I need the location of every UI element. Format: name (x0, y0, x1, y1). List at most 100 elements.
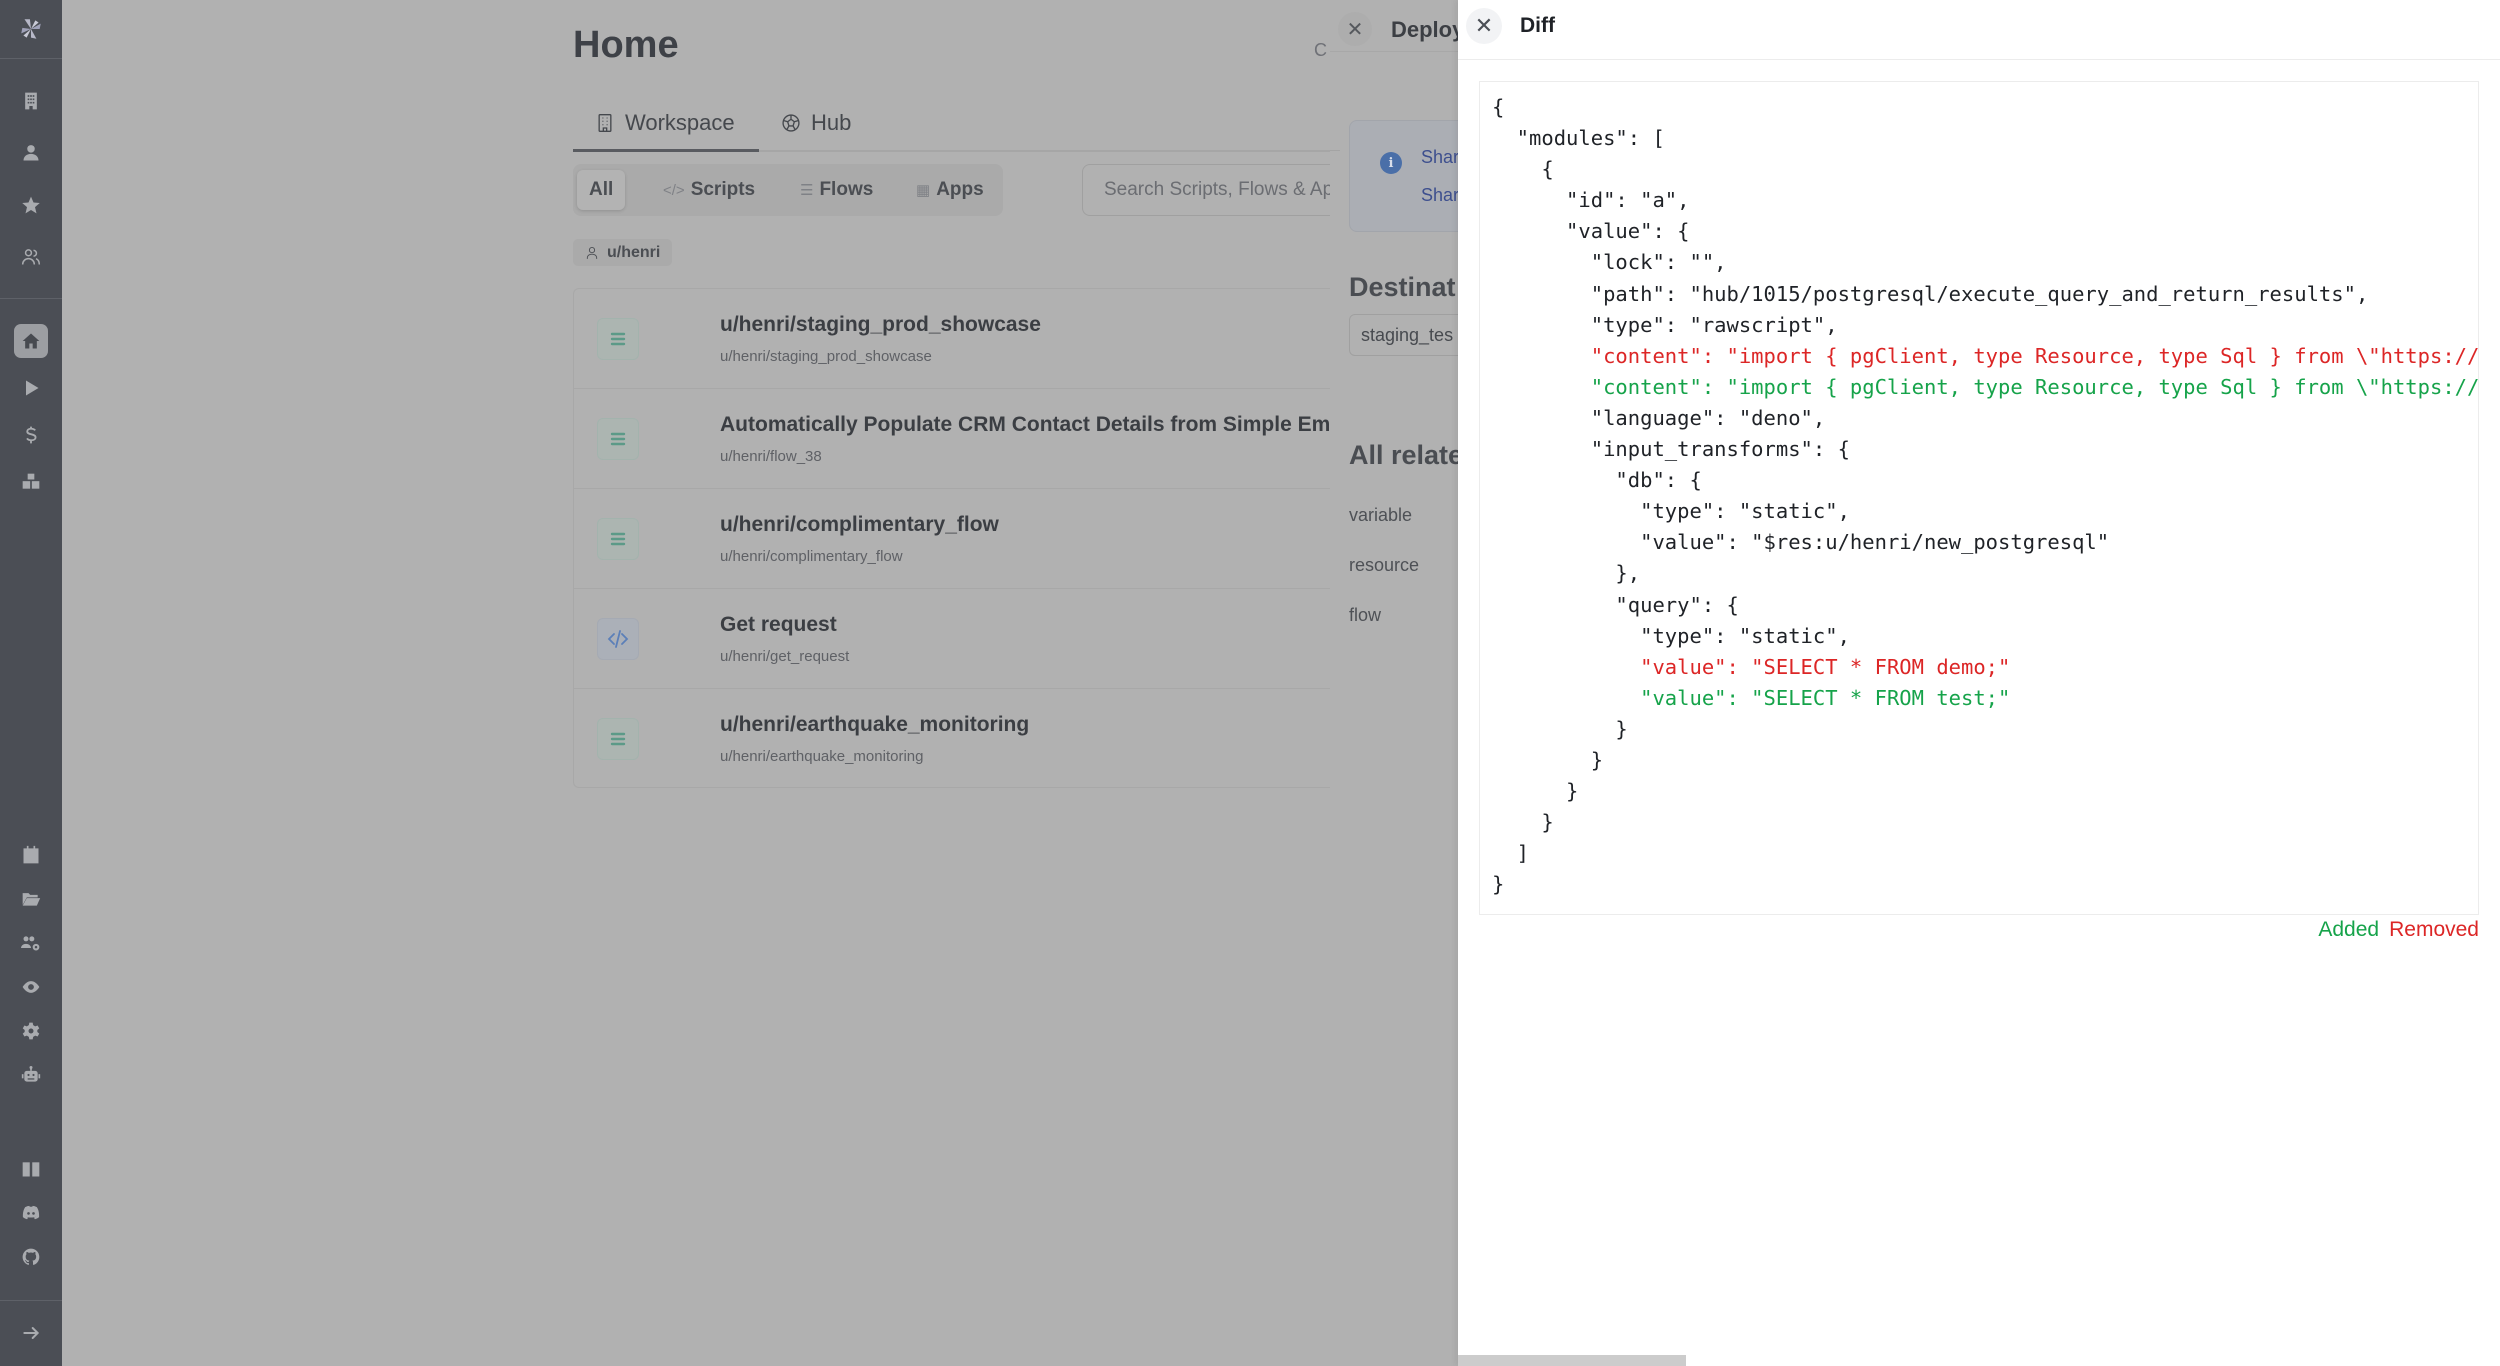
filter-all[interactable]: All (577, 170, 626, 210)
diff-line: "language": "deno", (1492, 405, 1826, 430)
calendar-icon[interactable] (14, 838, 48, 872)
search-placeholder: Search Scripts, Flows & Apps (1104, 179, 1354, 200)
flow-icon (597, 518, 639, 560)
diff-viewer[interactable]: { "modules": [ { "id": "a", "value": { "… (1479, 81, 2479, 915)
diff-line: { (1492, 157, 1554, 182)
truncated-action[interactable]: C (1314, 40, 1327, 61)
item-path: u/henri/staging_prod_showcase (720, 348, 932, 365)
diff-line: "value": "$res:u/henri/new_postgresql" (1492, 530, 2110, 555)
filter-label: Apps (936, 179, 984, 200)
flow-icon (597, 418, 639, 460)
close-icon[interactable]: ✕ (1466, 8, 1502, 44)
diff-line: } (1492, 872, 1505, 897)
users-icon[interactable] (14, 240, 48, 274)
diff-legend: Added Removed (2318, 918, 2479, 942)
owner-filter-chip[interactable]: u/henri (573, 239, 673, 266)
bot-icon[interactable] (14, 1058, 48, 1092)
diff-header: ✕ Diff (1458, 0, 2500, 60)
users-cog-icon[interactable] (14, 926, 48, 960)
home-icon[interactable] (14, 324, 48, 358)
deploy-header: ✕ Deploy (1330, 0, 1460, 52)
item-title: u/henri/staging_prod_showcase (720, 313, 1041, 336)
arrow-right-icon[interactable] (14, 1316, 48, 1350)
diff-line: } (1492, 747, 1604, 772)
folder-open-icon[interactable] (14, 882, 48, 916)
active-tab-indicator (573, 149, 759, 152)
code-icon (597, 618, 639, 660)
star-icon[interactable] (14, 188, 48, 222)
windmill-logo-icon[interactable] (14, 12, 48, 46)
tab-workspace[interactable]: Workspace (595, 110, 735, 136)
legend-removed: Removed (2389, 918, 2479, 941)
owner-label: u/henri (607, 243, 661, 261)
close-icon[interactable]: ✕ (1338, 12, 1372, 46)
item-title: u/henri/earthquake_monitoring (720, 713, 1030, 736)
diff-line: "type": "rawscript", (1492, 312, 1838, 337)
legend-added: Added (2318, 918, 2380, 941)
related-item: variable (1349, 505, 1413, 525)
diff-line: } (1492, 810, 1554, 835)
sidebar-divider (0, 58, 62, 59)
diff-line: } (1492, 716, 1628, 741)
flow-icon: ☰ (800, 182, 814, 199)
diff-line: "query": { (1492, 592, 1739, 617)
diff-line: "path": "hub/1015/postgresql/execute_que… (1492, 281, 2369, 306)
book-icon[interactable] (14, 1152, 48, 1186)
list-item[interactable]: u/henri/staging_prod_showcase u/henri/st… (574, 289, 1384, 389)
related-item: resource (1349, 555, 1420, 575)
diff-title: Diff (1520, 14, 1555, 37)
user-icon[interactable] (14, 136, 48, 170)
item-path: u/henri/earthquake_monitoring (720, 748, 924, 765)
diff-line: ] (1492, 841, 1530, 866)
dollar-icon[interactable] (14, 418, 48, 452)
diff-line-removed: "content": "import { pgClient, type Reso… (1590, 343, 2479, 368)
diff-line: } (1492, 779, 1579, 804)
play-icon[interactable] (14, 371, 48, 405)
diff-code: { "modules": [ { "id": "a", "value": { "… (1492, 92, 2479, 900)
diff-line: "type": "static", (1492, 499, 1850, 524)
user-icon (586, 246, 598, 259)
filter-flows[interactable]: ☰ Flows (788, 170, 885, 210)
page-title: Home (573, 24, 679, 66)
discord-icon[interactable] (14, 1196, 48, 1230)
sidebar-divider (0, 298, 62, 299)
diff-line: "type": "static", (1492, 623, 1850, 648)
list-item[interactable]: u/henri/earthquake_monitoring u/henri/ea… (574, 689, 1384, 789)
diff-line: "value": { (1492, 219, 1690, 244)
info-alert: i Shar Shar (1349, 120, 1460, 232)
tab-label: Workspace (625, 110, 735, 135)
horizontal-scrollbar[interactable] (1458, 1355, 1686, 1366)
list-item[interactable]: u/henri/complimentary_flow u/henri/compl… (574, 489, 1384, 589)
filter-apps[interactable]: ▦ Apps (904, 170, 996, 210)
list-item[interactable]: Automatically Populate CRM Contact Detai… (574, 389, 1384, 489)
flow-icon (597, 318, 639, 360)
tab-hub[interactable]: Hub (781, 110, 851, 136)
tab-label: Hub (811, 110, 852, 135)
sidebar (0, 0, 62, 1366)
destination-workspace-field[interactable]: staging_tes (1349, 314, 1460, 356)
diff-line: "db": { (1492, 468, 1702, 493)
diff-line-added: "content": "import { pgClient, type Reso… (1590, 374, 2479, 399)
apps-icon: ▦ (916, 182, 931, 199)
eye-icon[interactable] (14, 970, 48, 1004)
flow-icon (597, 718, 639, 760)
filter-scripts[interactable]: </> Scripts (651, 170, 767, 210)
boxes-icon[interactable] (14, 465, 48, 499)
github-icon[interactable] (14, 1240, 48, 1274)
building-icon (598, 114, 612, 132)
gear-icon[interactable] (14, 1014, 48, 1048)
list-item[interactable]: Get request u/henri/get_request (574, 589, 1384, 689)
destination-heading: Destinat (1349, 272, 1456, 302)
diff-line-removed: "value": "SELECT * FROM demo;" (1492, 654, 2011, 679)
diff-line: "modules": [ (1492, 126, 1665, 151)
item-title: Automatically Populate CRM Contact Detai… (720, 413, 1354, 436)
diff-line: }, (1492, 561, 1641, 586)
info-text: Shar (1421, 185, 1460, 205)
item-path: u/henri/get_request (720, 648, 850, 665)
deploy-title: Deploy (1391, 17, 1460, 42)
diff-line: "lock": "", (1492, 250, 1727, 275)
building-icon[interactable] (14, 84, 48, 118)
code-icon: </> (663, 181, 685, 199)
destination-value: staging_tes (1361, 324, 1454, 345)
filter-label: Flows (819, 179, 874, 200)
